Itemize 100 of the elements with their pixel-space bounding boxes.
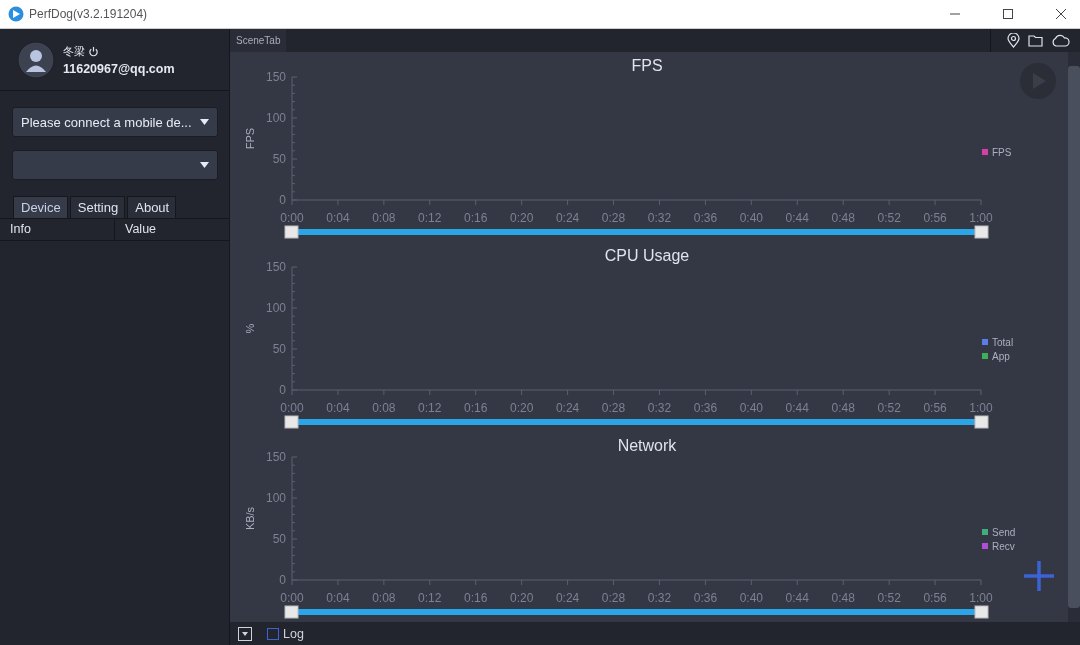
axis-label: 0:56 (923, 591, 947, 605)
axis-label: 100 (265, 111, 286, 125)
axis-label: 50 (272, 152, 286, 166)
column-header: Info (0, 219, 115, 240)
axis-label: 0:52 (877, 211, 901, 225)
axis-label: 50 (272, 532, 286, 546)
range-handle[interactable] (974, 415, 989, 429)
axis-label: 0 (279, 193, 286, 207)
axis-label: 150 (265, 260, 286, 274)
legend-label: Recv (992, 541, 1015, 552)
axis-label: 50 (272, 342, 286, 356)
axis-label: 0:28 (601, 591, 626, 605)
axis-label: 0:20 (510, 401, 534, 415)
axis-label: 0:28 (601, 211, 626, 225)
axis-label: 0:44 (785, 211, 809, 225)
axis-label: 0:04 (326, 401, 350, 415)
axis-label: 0:40 (739, 211, 763, 225)
axis-label: 0:56 (923, 401, 947, 415)
axis-label: 0:32 (647, 401, 672, 415)
axis-label: 0:32 (647, 591, 672, 605)
axis-label: 1:00 (969, 591, 993, 605)
axis-label: 0:36 (693, 591, 718, 605)
legend-label: FPS (992, 147, 1012, 158)
chart-title: FPS (631, 57, 663, 74)
axis-title: KB/s (244, 506, 256, 531)
axis-label: 0:16 (464, 591, 488, 605)
cloud-icon[interactable] (1051, 34, 1070, 47)
user-name: 冬梁 (63, 43, 85, 59)
axis-label: 0:00 (280, 591, 304, 605)
tab[interactable]: Device (13, 196, 68, 218)
axis-label: 0:08 (372, 591, 396, 605)
axis-label: 100 (265, 491, 286, 505)
axis-label: 0 (279, 573, 286, 587)
close-icon[interactable] (1055, 8, 1067, 20)
folder-icon[interactable] (1028, 34, 1043, 47)
axis-title: % (244, 323, 256, 334)
axis-label: 0:36 (693, 401, 718, 415)
axis-label: 0:04 (326, 591, 350, 605)
axis-label: 100 (265, 301, 286, 315)
axis-label: 1:00 (969, 211, 993, 225)
axis-label: 0:44 (785, 401, 809, 415)
axis-label: 0:24 (555, 401, 580, 415)
log-checkbox[interactable] (267, 627, 279, 640)
axis-label: 0:00 (280, 211, 304, 225)
power-icon[interactable] (88, 45, 99, 57)
axis-label: 0:00 (280, 401, 304, 415)
axis-label: 0:12 (418, 211, 442, 225)
tab[interactable]: Setting (69, 196, 126, 218)
log-label: Log (283, 626, 304, 641)
axis-label: 0:52 (877, 401, 901, 415)
axis-label: 150 (265, 450, 286, 464)
axis-label: 0:12 (418, 401, 442, 415)
avatar-icon[interactable] (17, 40, 55, 79)
axis-label: 0:48 (831, 211, 855, 225)
axis-label: 0:48 (831, 401, 855, 415)
axis-label: 0:44 (785, 591, 809, 605)
axis-label: 0:04 (326, 211, 350, 225)
axis-label: 0:56 (923, 211, 947, 225)
axis-label: 0:40 (739, 591, 763, 605)
axis-label: 150 (265, 70, 286, 84)
user-email: 11620967@qq.com (63, 61, 175, 76)
axis-label: 0:24 (555, 211, 580, 225)
app-logo-icon (8, 6, 24, 22)
chart-title: CPU Usage (604, 247, 690, 264)
range-handle[interactable] (284, 415, 299, 429)
maximize-icon[interactable] (1002, 8, 1014, 20)
legend-label: Total (992, 337, 1014, 348)
range-handle[interactable] (974, 605, 989, 619)
range-handle[interactable] (284, 605, 299, 619)
scene-tab[interactable]: SceneTab (230, 29, 287, 52)
axis-label: 0:08 (372, 211, 396, 225)
axis-label: 1:00 (969, 401, 993, 415)
range-handle[interactable] (974, 225, 989, 239)
device-dropdown[interactable]: Please connect a mobile de... (12, 107, 218, 137)
legend-label: Send (992, 527, 1016, 538)
axis-label: 0:08 (372, 401, 396, 415)
axis-label: 0:24 (555, 591, 580, 605)
axis-label: 0:48 (831, 591, 855, 605)
axis-label: 0:28 (601, 401, 626, 415)
axis-label: 0:52 (877, 591, 901, 605)
collapse-icon[interactable] (238, 626, 252, 641)
axis-title: FPS (244, 127, 256, 150)
axis-label: 0:20 (510, 591, 534, 605)
add-icon[interactable] (1023, 560, 1055, 592)
caret-icon (200, 162, 209, 168)
legend-label: App (992, 351, 1010, 362)
location-pin-icon[interactable] (1007, 33, 1020, 48)
axis-label: 0:16 (464, 211, 488, 225)
chart-title: Network (617, 437, 677, 454)
axis-label: 0:20 (510, 211, 534, 225)
caret-icon (200, 119, 209, 125)
axis-label: 0:36 (693, 211, 718, 225)
axis-label: 0 (279, 383, 286, 397)
tab[interactable]: About (127, 196, 177, 218)
column-header: Value (124, 221, 158, 238)
window-title: PerfDog(v3.2.191204) (29, 7, 148, 21)
axis-label: 0:16 (464, 401, 488, 415)
scrollbar[interactable] (1068, 52, 1080, 622)
axis-label: 0:40 (739, 401, 763, 415)
range-handle[interactable] (284, 225, 299, 239)
